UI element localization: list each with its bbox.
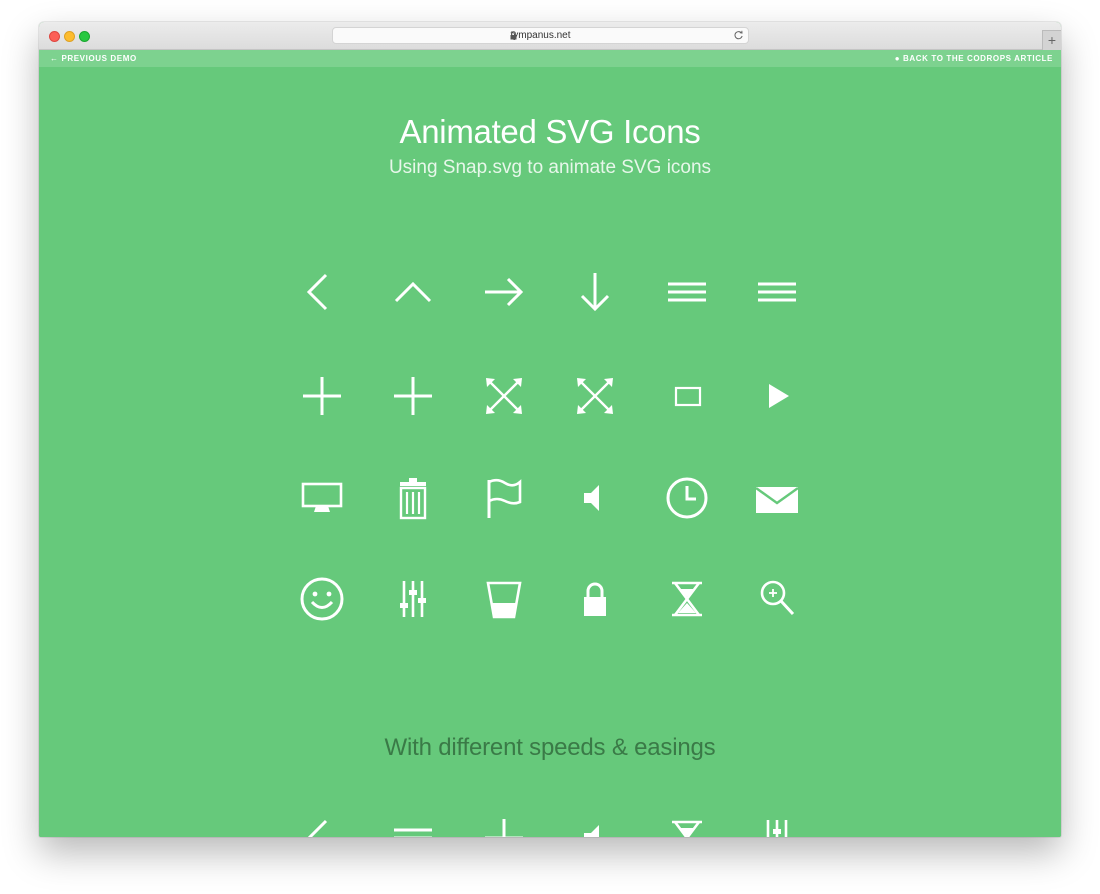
envelope-icon[interactable] xyxy=(747,468,807,528)
clock-icon[interactable] xyxy=(657,468,717,528)
back-to-article-label: BACK TO THE CODROPS ARTICLE xyxy=(903,54,1053,63)
hourglass-icon[interactable] xyxy=(657,569,717,629)
speaker-icon[interactable] xyxy=(565,468,625,528)
hamburger-menu-icon[interactable] xyxy=(747,262,807,322)
minimize-window-button[interactable] xyxy=(64,31,75,42)
lock-icon[interactable] xyxy=(565,569,625,629)
play-icon[interactable] xyxy=(747,366,807,426)
expand-arrows-icon[interactable] xyxy=(565,366,625,426)
section-heading: With different speeds & easings xyxy=(384,734,716,761)
glass-icon[interactable] xyxy=(474,569,534,629)
reload-icon[interactable] xyxy=(733,30,744,41)
equalizer-sliders-icon[interactable] xyxy=(383,569,443,629)
trash-icon[interactable] xyxy=(383,468,443,528)
address-bar[interactable]: tympanus.net xyxy=(332,27,749,44)
zoom-window-button[interactable] xyxy=(79,31,90,42)
equalizer-sliders-icon[interactable] xyxy=(747,808,807,837)
codrops-top-bar: ← PREVIOUS DEMO ● BACK TO THE CODROPS AR… xyxy=(39,50,1061,67)
plus-icon[interactable] xyxy=(292,366,352,426)
up-arrow-icon[interactable] xyxy=(383,262,443,322)
speaker-icon[interactable] xyxy=(565,808,625,837)
hourglass-icon[interactable] xyxy=(657,808,717,837)
page-title: Animated SVG Icons xyxy=(399,113,701,150)
back-to-article-link[interactable]: ● BACK TO THE CODROPS ARTICLE xyxy=(895,54,1053,63)
down-arrow-icon[interactable] xyxy=(565,262,625,322)
zoom-in-icon[interactable] xyxy=(747,569,807,629)
right-arrow-icon[interactable] xyxy=(474,262,534,322)
previous-demo-link[interactable]: ← PREVIOUS DEMO xyxy=(50,54,137,63)
expand-arrows-icon[interactable] xyxy=(474,366,534,426)
address-bar-url: tympanus.net xyxy=(510,30,571,41)
arrow-left-icon: ← xyxy=(50,54,59,63)
hamburger-menu-icon[interactable] xyxy=(383,808,443,837)
close-window-button[interactable] xyxy=(49,31,60,42)
monitor-icon[interactable] xyxy=(292,468,352,528)
previous-demo-label: PREVIOUS DEMO xyxy=(61,54,137,63)
page-subtitle: Using Snap.svg to animate SVG icons xyxy=(388,157,712,178)
browser-titlebar: tympanus.net + xyxy=(39,22,1061,50)
left-arrow-icon[interactable] xyxy=(292,808,352,837)
hamburger-menu-icon[interactable] xyxy=(657,262,717,322)
plus-icon[interactable] xyxy=(383,366,443,426)
browser-window: tympanus.net + ← PREVIOUS DEMO ● BACK TO… xyxy=(39,22,1061,837)
new-tab-button[interactable]: + xyxy=(1042,30,1061,50)
lock-icon xyxy=(510,31,517,40)
drop-icon: ● xyxy=(894,54,901,63)
demo-page: ← PREVIOUS DEMO ● BACK TO THE CODROPS AR… xyxy=(39,50,1061,837)
left-arrow-icon[interactable] xyxy=(292,262,352,322)
smiley-icon[interactable] xyxy=(292,569,352,629)
plus-icon[interactable] xyxy=(474,808,534,837)
rectangle-icon[interactable] xyxy=(657,366,717,426)
flag-icon[interactable] xyxy=(474,468,534,528)
